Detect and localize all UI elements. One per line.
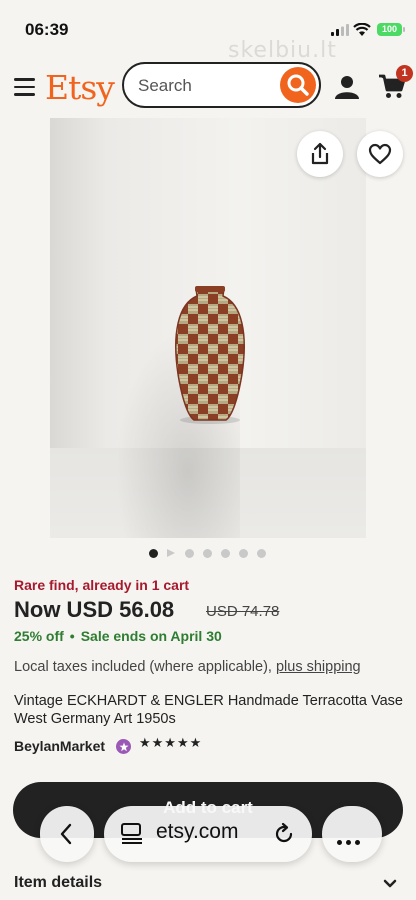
share-icon (311, 142, 329, 165)
carousel-video-indicator-icon[interactable] (167, 549, 175, 557)
carousel-dot[interactable] (203, 549, 212, 558)
item-details-label: Item details (14, 874, 103, 891)
carousel-dot[interactable] (149, 549, 158, 558)
site-header: Etsy Search 1 (0, 58, 416, 118)
etsy-logo[interactable]: Etsy (45, 68, 115, 107)
status-time: 06:39 (25, 20, 69, 39)
product-title: Vintage ECKHARDT & ENGLER Handmade Terra… (14, 693, 404, 727)
product-image[interactable] (50, 118, 366, 538)
search-icon (287, 74, 309, 96)
scarcity-label: Rare find, already in 1 cart (14, 577, 190, 593)
share-button[interactable] (297, 131, 343, 177)
sale-info: 25% off • Sale ends on April 30 (14, 628, 222, 644)
tax-text: Local taxes included (where applicable), (14, 659, 276, 675)
carousel-dot[interactable] (257, 549, 266, 558)
cart-count-badge: 1 (396, 65, 413, 82)
account-icon[interactable] (334, 74, 360, 100)
shipping-link[interactable]: plus shipping (276, 659, 361, 675)
vase-illustration (175, 286, 245, 424)
search-placeholder: Search (138, 76, 192, 95)
browser-more-button[interactable] (322, 806, 382, 862)
reader-mode-icon[interactable] (120, 822, 144, 846)
favorite-button[interactable] (357, 131, 403, 177)
chevron-down-icon (383, 879, 397, 888)
star-seller-badge-icon (116, 739, 131, 754)
status-bar: 06:39 skelbiu.lt 100 (0, 0, 416, 63)
address-bar[interactable]: etsy.com (104, 806, 312, 862)
browser-toolbar: etsy.com (0, 792, 416, 872)
item-details-toggle[interactable]: Item details (0, 866, 416, 900)
carousel-dot[interactable] (185, 549, 194, 558)
url-text: etsy.com (156, 820, 239, 843)
browser-back-button[interactable] (40, 806, 94, 862)
sale-price: Now USD 56.08 (14, 597, 175, 622)
menu-icon[interactable] (14, 78, 35, 96)
original-price: USD 74.78 (206, 603, 280, 620)
more-icon (337, 832, 364, 850)
sale-end-label: Sale ends on April 30 (80, 628, 222, 644)
wifi-icon (353, 23, 371, 36)
discount-label: 25% off (14, 628, 64, 644)
carousel-dot[interactable] (239, 549, 248, 558)
sale-bullet: • (69, 628, 75, 644)
tax-note: Local taxes included (where applicable),… (14, 659, 361, 675)
cellular-signal-icon (331, 24, 349, 36)
heart-icon (368, 143, 392, 165)
search-button[interactable] (280, 67, 316, 103)
chevron-left-icon (60, 823, 72, 845)
reload-icon[interactable] (272, 822, 296, 846)
shop-rating-stars[interactable]: ★★★★★ (139, 736, 202, 751)
shop-name-link[interactable]: BeylanMarket (14, 738, 105, 754)
carousel-dot[interactable] (221, 549, 230, 558)
search-input[interactable]: Search (122, 62, 321, 108)
battery-icon: 100 (377, 23, 405, 36)
